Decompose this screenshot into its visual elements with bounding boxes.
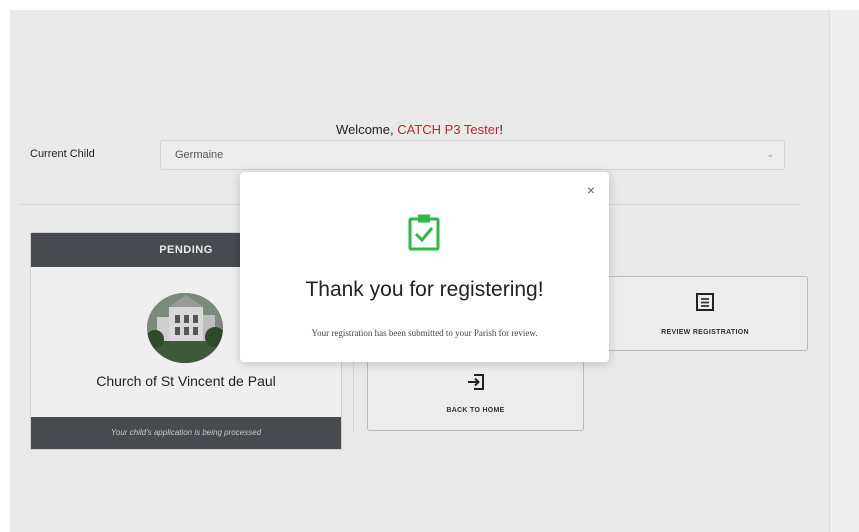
review-registration-button[interactable]: REVIEW REGISTRATION bbox=[602, 276, 808, 351]
welcome-message: Welcome, CATCH P3 Tester! bbox=[10, 122, 829, 137]
review-registration-label: REVIEW REGISTRATION bbox=[661, 329, 749, 336]
current-child-label: Current Child bbox=[30, 148, 95, 160]
right-pane bbox=[829, 10, 859, 532]
welcome-prefix: Welcome, bbox=[336, 122, 398, 137]
close-icon[interactable]: × bbox=[587, 182, 595, 198]
current-child-value: Germaine bbox=[175, 149, 224, 161]
welcome-suffix: ! bbox=[499, 122, 503, 137]
back-to-home-label: BACK TO HOME bbox=[446, 407, 505, 414]
sign-in-icon bbox=[465, 372, 487, 397]
user-name: CATCH P3 Tester bbox=[397, 122, 500, 137]
clipboard-check-icon bbox=[407, 213, 441, 256]
application-status-note: Your child's application is being proces… bbox=[31, 417, 341, 449]
list-icon bbox=[695, 292, 715, 317]
church-photo bbox=[147, 293, 223, 363]
back-to-home-button[interactable]: BACK TO HOME bbox=[367, 356, 584, 431]
current-child-select[interactable]: Germaine ⌄ bbox=[160, 140, 785, 170]
registration-success-modal: × Thank you for registering! Your regist… bbox=[240, 172, 609, 362]
modal-title: Thank you for registering! bbox=[305, 278, 544, 301]
chevron-down-icon: ⌄ bbox=[766, 149, 774, 159]
modal-message: Your registration has been submitted to … bbox=[311, 328, 538, 338]
church-name: Church of St Vincent de Paul bbox=[96, 373, 276, 389]
